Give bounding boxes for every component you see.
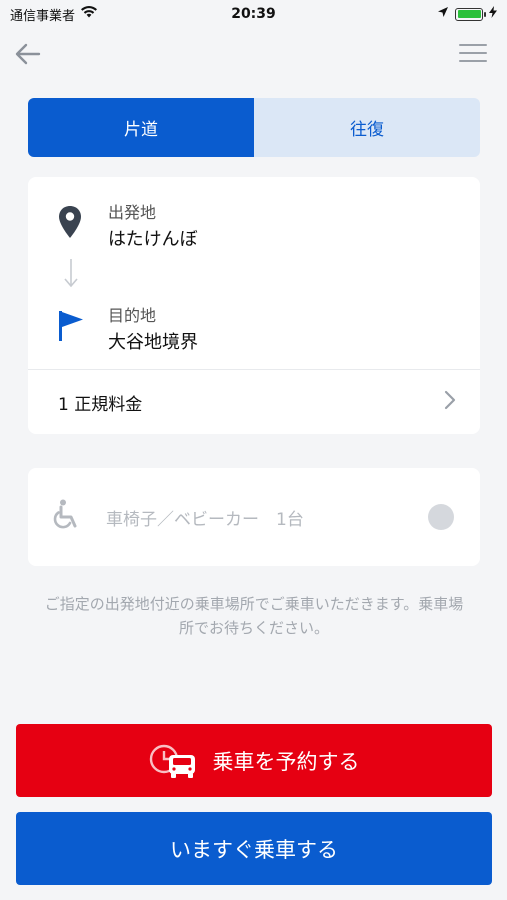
fare-row[interactable]: 1 正規料金 [28, 370, 480, 434]
tab-one-way[interactable]: 片道 [28, 98, 254, 157]
status-left: 通信事業者 [10, 5, 98, 24]
charging-bolt-icon [489, 6, 497, 22]
pickup-notice: ご指定の出発地付近の乗車場所でご乗車いただきます。乗車場所でお待ちください。 [44, 595, 464, 637]
wheelchair-card: 車椅子／ベビーカー 1台 [28, 468, 480, 566]
nav-bar [0, 30, 507, 78]
back-button[interactable] [12, 38, 44, 70]
destination-row[interactable]: 目的地 大谷地境界 [28, 289, 480, 369]
location-arrow-icon [437, 6, 449, 22]
wheelchair-label: 車椅子／ベビーカー 1台 [106, 509, 304, 530]
ride-now-button[interactable]: いますぐ乗車する [16, 812, 492, 885]
battery-icon [455, 7, 486, 21]
origin-value: はたけんぼ [108, 229, 198, 250]
fare-label: 1 正規料金 [58, 394, 143, 415]
clock-car-icon [149, 741, 199, 781]
chevron-right-icon [444, 390, 456, 414]
flag-icon [58, 310, 84, 346]
tab-round-trip[interactable]: 往復 [254, 98, 480, 157]
hamburger-menu-icon [459, 44, 487, 46]
route-card: 出発地 はたけんぼ 目的地 大谷地境界 1 正規料金 [28, 177, 480, 434]
wifi-icon [81, 6, 98, 22]
down-arrow-icon [64, 258, 78, 292]
arrow-left-icon [15, 43, 41, 65]
destination-value: 大谷地境界 [108, 332, 198, 353]
destination-label: 目的地 [108, 306, 157, 325]
menu-button[interactable] [459, 39, 487, 67]
origin-label: 出発地 [108, 203, 157, 222]
reserve-ride-label: 乗車を予約する [212, 749, 360, 774]
origin-row[interactable]: 出発地 はたけんぼ [28, 177, 480, 251]
ride-now-label: いますぐ乗車する [170, 837, 338, 862]
status-bar: 通信事業者 20:39 [0, 0, 507, 28]
trip-type-segment: 片道 往復 [28, 98, 480, 157]
wheelchair-toggle[interactable] [428, 504, 454, 530]
reserve-ride-button[interactable]: 乗車を予約する [16, 724, 492, 797]
status-right [437, 6, 497, 22]
map-pin-icon [58, 205, 82, 243]
wheelchair-icon [52, 499, 80, 535]
carrier-label: 通信事業者 [10, 8, 76, 24]
